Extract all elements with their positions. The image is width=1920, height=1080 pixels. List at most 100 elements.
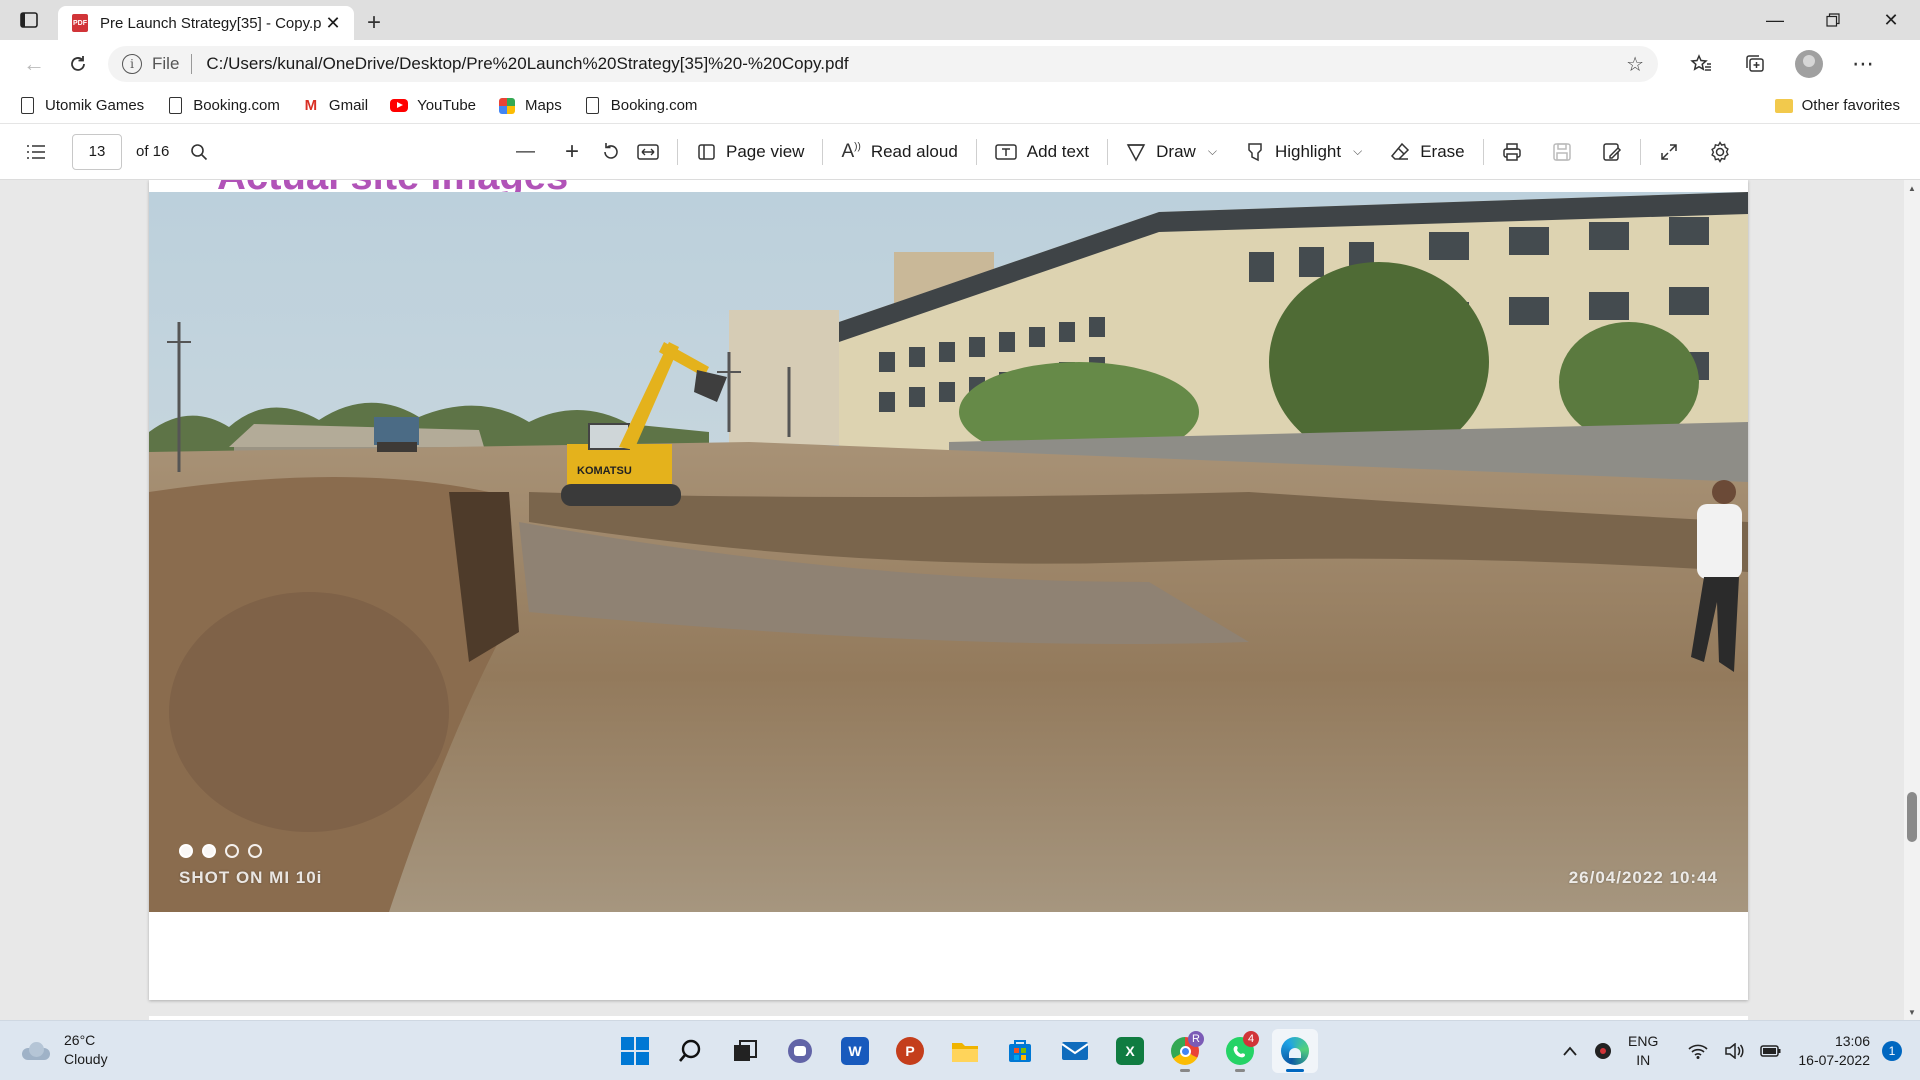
favorite-gmail[interactable]: M Gmail [302,97,368,115]
favorite-booking[interactable]: Booking.com [166,97,280,115]
minimize-button[interactable]: — [1746,0,1804,40]
scroll-thumb[interactable] [1907,792,1917,842]
running-indicator [1235,1069,1245,1072]
battery-charging-icon [1760,1045,1781,1057]
highlight-button[interactable]: Highlight ⌵ [1237,132,1370,172]
info-icon[interactable]: i [122,54,142,74]
favorite-utomik-games[interactable]: Utomik Games [18,97,144,115]
address-bar[interactable]: i File C:/Users/kunal/OneDrive/Desktop/P… [108,46,1658,82]
toolbar-divider [1107,138,1109,165]
close-tab-icon[interactable]: ✕ [322,12,344,34]
read-aloud-button[interactable]: A)) Read aloud [833,132,965,172]
profile-button[interactable] [1782,46,1836,82]
pdf-viewer-content[interactable]: Actual site images [0,180,1920,1020]
show-hidden-icons-button[interactable] [1562,1045,1578,1057]
edge-button[interactable] [1272,1029,1318,1073]
youtube-icon [390,97,409,115]
refresh-button[interactable] [56,46,100,82]
running-indicator [1286,1069,1304,1072]
draw-icon [1126,143,1146,162]
back-button[interactable]: ← [12,46,56,82]
chevron-down-icon[interactable]: ⌵ [1353,144,1362,159]
scroll-up-arrow-icon[interactable]: ▲ [1904,180,1920,196]
window-controls: — ✕ [1746,0,1920,40]
zoom-in-button[interactable]: + [557,132,587,172]
search-taskbar-button[interactable] [667,1029,713,1073]
word-icon: W [841,1037,869,1065]
settings-button[interactable] [1701,132,1739,172]
add-text-label: Add text [1026,141,1090,161]
print-button[interactable] [1494,132,1530,172]
word-button[interactable]: W [832,1029,878,1073]
page-view-button[interactable]: Page view [688,132,812,172]
file-explorer-button[interactable] [942,1029,988,1073]
region-code: IN [1636,1052,1651,1068]
site-photo: KOMATSU SHOT ON MI 10i 26/04/2022 10:44 [149,192,1748,912]
weather-widget[interactable]: 26°C Cloudy [20,1031,108,1069]
favorite-maps[interactable]: Maps [498,97,562,115]
favorite-youtube[interactable]: YouTube [390,97,476,115]
task-view-button[interactable] [722,1029,768,1073]
wifi-icon [1688,1044,1708,1059]
add-text-button[interactable]: Add text [987,132,1097,172]
refresh-icon [71,56,85,71]
network-button[interactable] [1688,1043,1708,1059]
favorite-booking-2[interactable]: Booking.com [584,97,698,115]
battery-button[interactable] [1760,1044,1782,1058]
fullscreen-button[interactable] [1651,132,1687,172]
input-language[interactable]: ENG IN [1628,1032,1658,1070]
clock[interactable]: 13:06 16-07-2022 [1798,1032,1870,1070]
collections-button[interactable] [1728,46,1782,82]
save-button[interactable] [1544,132,1580,172]
camera-watermark: SHOT ON MI 10i [179,868,323,887]
start-button[interactable] [612,1029,658,1073]
vertical-scrollbar[interactable]: ▲ ▼ [1904,180,1920,1020]
pdf-toolbar: 13 of 16 — + Page view A)) Read aloud Ad… [0,124,1920,180]
excel-button[interactable]: X [1107,1029,1153,1073]
microsoft-store-button[interactable] [997,1029,1043,1073]
title-bar: PDF Pre Launch Strategy[35] - Copy.p ✕ +… [0,0,1920,40]
scroll-down-arrow-icon[interactable]: ▼ [1904,1004,1920,1020]
add-favorite-icon[interactable]: ☆ [1626,52,1644,77]
watermark-dot [248,844,262,858]
powerpoint-button[interactable]: P [887,1029,933,1073]
running-indicator [1180,1069,1190,1072]
whatsapp-button[interactable]: 4 [1217,1029,1263,1073]
taskbar: 26°C Cloudy W P X R 4 ENG IN 13:06 16-07… [0,1020,1920,1080]
tray-app-button[interactable] [1594,1042,1612,1060]
powerpoint-icon: P [896,1037,924,1065]
zoom-out-button[interactable]: — [508,132,543,172]
search-button[interactable] [181,134,217,170]
chevron-down-icon[interactable]: ⌵ [1208,144,1217,159]
folder-icon [1774,98,1793,113]
teams-chat-button[interactable] [777,1029,823,1073]
favorite-label: YouTube [417,97,477,114]
page-view-label: Page view [726,141,805,161]
restore-button[interactable] [1804,0,1862,40]
expand-icon [1660,143,1677,160]
notification-center-badge[interactable]: 1 [1882,1041,1902,1061]
url-text[interactable]: C:/Users/kunal/OneDrive/Desktop/Pre%20La… [206,54,1626,74]
page-number-input[interactable]: 13 [72,133,122,170]
table-of-contents-button[interactable] [18,134,54,170]
draw-button[interactable]: Draw ⌵ [1118,132,1225,172]
close-window-button[interactable]: ✕ [1862,0,1920,40]
chrome-button[interactable]: R [1162,1029,1208,1073]
erase-button[interactable]: Erase [1382,132,1472,172]
volume-button[interactable] [1724,1043,1744,1059]
mail-button[interactable] [1052,1029,1098,1073]
fit-to-width-button[interactable] [629,132,667,172]
folder-icon [952,1043,978,1062]
notification-badge: 4 [1243,1031,1259,1047]
browser-tab[interactable]: PDF Pre Launch Strategy[35] - Copy.p ✕ [58,6,354,40]
favorite-label: Booking.com [610,97,698,114]
rotate-button[interactable] [593,132,629,172]
favorites-button[interactable] [1674,46,1728,82]
other-favorites[interactable]: Other favorites [1774,97,1900,114]
new-tab-button[interactable]: + [354,6,394,40]
navigation-bar: ← i File C:/Users/kunal/OneDrive/Desktop… [0,40,1920,88]
more-menu-button[interactable]: ⋯ [1836,46,1890,82]
save-as-button[interactable] [1594,132,1630,172]
tab-actions-button[interactable] [0,0,58,40]
tab-title: Pre Launch Strategy[35] - Copy.p [100,14,322,32]
